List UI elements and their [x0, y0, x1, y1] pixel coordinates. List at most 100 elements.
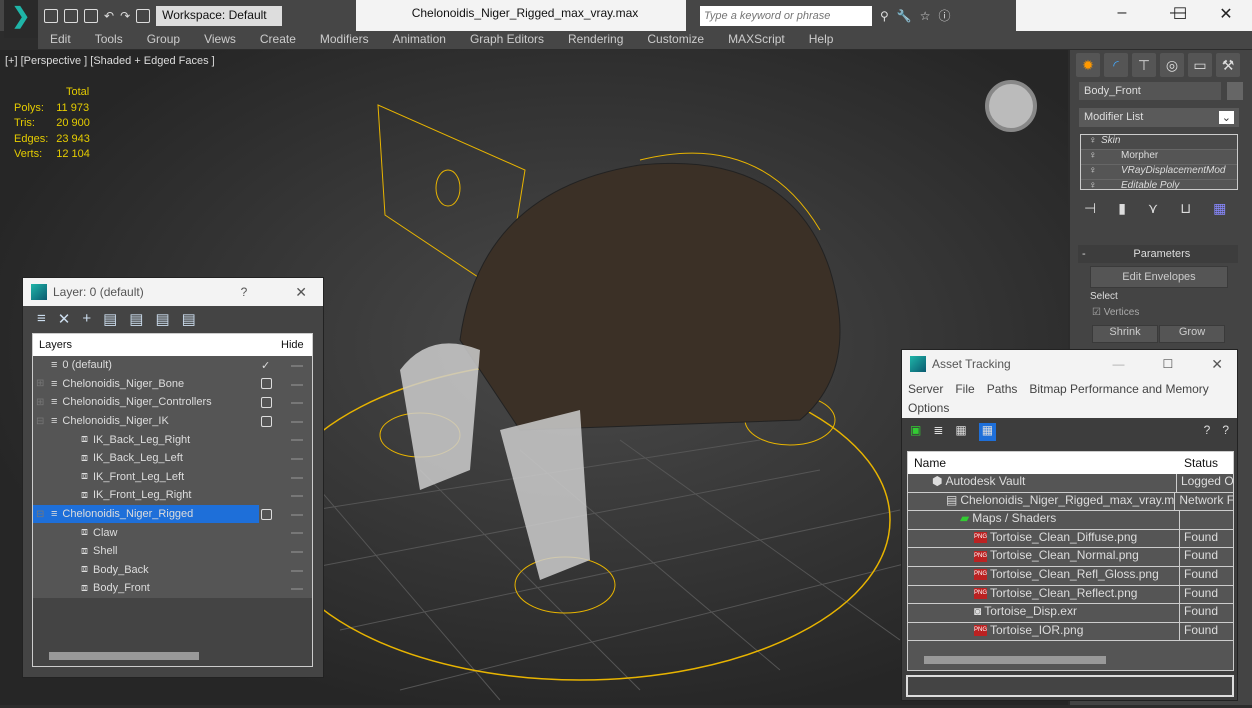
collapse-icon[interactable]: ⊟	[36, 416, 44, 427]
active-layer-checkbox[interactable]	[261, 415, 272, 427]
stack-item[interactable]: ♀ Editable Poly	[1081, 180, 1237, 189]
save-icon[interactable]	[84, 8, 98, 23]
hide-toggle[interactable]	[291, 439, 303, 442]
menu-options[interactable]: Options	[908, 399, 949, 418]
menu-paths[interactable]: Paths	[987, 380, 1018, 399]
new-file-icon[interactable]	[44, 8, 58, 23]
asset-row[interactable]: PNG Tortoise_IOR.png Found	[908, 622, 1233, 642]
hide-toggle[interactable]	[291, 532, 303, 535]
menu-bitmap-performance-and-memory[interactable]: Bitmap Performance and Memory	[1029, 380, 1208, 399]
hide-toggle[interactable]	[291, 457, 303, 460]
viewcube-icon[interactable]	[985, 80, 1037, 132]
thumbnail-view-icon[interactable]: ▦	[955, 423, 966, 441]
object-name-field[interactable]: Body_Front	[1079, 82, 1221, 100]
close-button[interactable]: ✕	[1211, 356, 1223, 373]
workspace-dropdown[interactable]: Workspace: Default	[156, 5, 283, 26]
hide-toggle[interactable]	[291, 569, 303, 572]
delete-layer-icon[interactable]: ✕	[58, 310, 71, 328]
context-help-icon[interactable]: ?	[1222, 423, 1229, 441]
status-column-header[interactable]: Status	[1180, 456, 1218, 470]
object-row[interactable]: ⧈ Body_Front	[33, 579, 312, 598]
maximize-button[interactable]: ☐	[1162, 4, 1198, 24]
object-row[interactable]: ⧈ Shell	[33, 542, 312, 561]
help-icon[interactable]: ?	[1204, 423, 1211, 441]
active-layer-checkbox[interactable]	[261, 396, 272, 408]
stack-item[interactable]: ♀ Skin	[1081, 135, 1237, 150]
menu-help[interactable]: Help	[797, 31, 846, 49]
stack-item[interactable]: ♀ VRayDisplacementMod	[1081, 165, 1237, 180]
modify-tab-icon[interactable]: ◜	[1104, 53, 1128, 77]
configure-sets-icon[interactable]: ▦	[1213, 200, 1226, 217]
hide-toggle[interactable]	[291, 420, 303, 423]
object-color-swatch[interactable]	[1227, 82, 1243, 100]
hide-toggle[interactable]	[291, 513, 303, 516]
redo-icon[interactable]: ↷	[120, 9, 130, 23]
object-row[interactable]: ⧈ IK_Back_Leg_Right	[33, 430, 312, 449]
viewport-label[interactable]: [+] [Perspective ] [Shaded + Edged Faces…	[5, 55, 215, 67]
expand-icon[interactable]: ⊞	[36, 397, 44, 408]
create-layer-icon[interactable]: ≡	[37, 310, 46, 328]
menu-views[interactable]: Views	[192, 31, 248, 49]
layer-row[interactable]: ⊞ ≡ Chelonoidis_Niger_Controllers	[33, 393, 312, 412]
menu-tools[interactable]: Tools	[83, 31, 135, 49]
modifier-stack[interactable]: ♀ Skin ♀ Morpher ♀ VRayDisplacementMod ♀ Editab…	[1080, 134, 1238, 190]
menu-create[interactable]: Create	[248, 31, 308, 49]
close-icon[interactable]: ✕	[295, 284, 307, 301]
hide-toggle[interactable]	[291, 476, 303, 479]
asset-row[interactable]: ▰ Maps / Shaders	[908, 511, 1233, 530]
hide-toggle[interactable]	[291, 550, 303, 553]
light-bulb-icon[interactable]: ♀	[1089, 165, 1097, 176]
menu-animation[interactable]: Animation	[381, 31, 458, 49]
asset-row[interactable]: PNG Tortoise_Clean_Refl_Gloss.png Found	[908, 566, 1233, 586]
menu-customize[interactable]: Customize	[635, 31, 716, 49]
edit-envelopes-button[interactable]: Edit Envelopes	[1090, 266, 1228, 288]
layer-row[interactable]: ⊞ ≡ Chelonoidis_Niger_Bone	[33, 375, 312, 394]
layer-row[interactable]: ⊟ ≡ Chelonoidis_Niger_IK	[33, 412, 312, 431]
key-icon[interactable]: 🔧	[897, 9, 912, 23]
hide-toggle[interactable]	[291, 383, 303, 386]
hide-toggle[interactable]	[291, 588, 303, 591]
asset-row[interactable]: ▤ Chelonoidis_Niger_Rigged_max_vray.max Ne…	[908, 492, 1233, 512]
select-objects-icon[interactable]: ▤	[103, 310, 117, 328]
horizontal-scrollbar[interactable]	[49, 652, 199, 660]
add-to-layer-icon[interactable]: +	[82, 310, 91, 328]
object-row[interactable]: ⧈ Body_Back	[33, 561, 312, 580]
open-file-icon[interactable]	[64, 8, 78, 23]
menu-edit[interactable]: Edit	[38, 31, 83, 49]
expand-icon[interactable]: ⊞	[36, 378, 44, 389]
pin-stack-icon[interactable]: ⊣	[1084, 200, 1096, 217]
vertices-checkbox[interactable]: ☑ Vertices	[1092, 307, 1139, 318]
shrink-button[interactable]: Shrink	[1092, 325, 1158, 343]
hide-toggle[interactable]	[291, 365, 303, 367]
remove-modifier-icon[interactable]: ⊔	[1180, 200, 1191, 217]
help-button[interactable]: ?	[241, 285, 248, 299]
refresh-icon[interactable]: ▣	[910, 423, 921, 441]
stack-item[interactable]: ♀ Morpher	[1081, 150, 1237, 165]
asset-row[interactable]: PNG Tortoise_Clean_Diffuse.png Found	[908, 529, 1233, 549]
layer-row[interactable]: ⊟ ≡ Chelonoidis_Niger_Rigged	[33, 504, 303, 524]
asset-row[interactable]: ⬢ Autodesk Vault Logged O	[908, 474, 1233, 493]
minimize-button[interactable]: —	[1113, 357, 1125, 371]
object-row[interactable]: ⧈ IK_Back_Leg_Left	[33, 449, 312, 468]
active-layer-checkbox[interactable]	[261, 508, 272, 520]
menu-server[interactable]: Server	[908, 380, 943, 399]
current-layer-check-icon[interactable]: ✓	[261, 359, 270, 372]
active-layer-checkbox[interactable]	[261, 378, 272, 390]
close-button[interactable]: ✕	[1208, 4, 1244, 24]
menu-graph-editors[interactable]: Graph Editors	[458, 31, 556, 49]
menu-group[interactable]: Group	[135, 31, 192, 49]
parameters-rollout[interactable]: - Parameters	[1078, 245, 1238, 263]
hide-toggle[interactable]	[291, 495, 303, 498]
name-column-header[interactable]: Name	[908, 456, 1180, 470]
project-icon[interactable]	[136, 8, 151, 23]
asset-row[interactable]: ◙ Tortoise_Disp.exr Found	[908, 604, 1233, 623]
hide-all-icon[interactable]: ▤	[155, 310, 169, 328]
grow-button[interactable]: Grow	[1159, 325, 1225, 343]
utilities-tab-icon[interactable]: ⚒	[1216, 53, 1240, 77]
menu-maxscript[interactable]: MAXScript	[716, 31, 797, 49]
star-icon[interactable]: ☆	[920, 9, 931, 23]
app-logo-icon[interactable]: ❯	[4, 0, 38, 38]
hide-toggle[interactable]	[291, 402, 303, 405]
create-tab-icon[interactable]: ✹	[1076, 53, 1100, 77]
highlight-layer-icon[interactable]: ▤	[129, 310, 143, 328]
